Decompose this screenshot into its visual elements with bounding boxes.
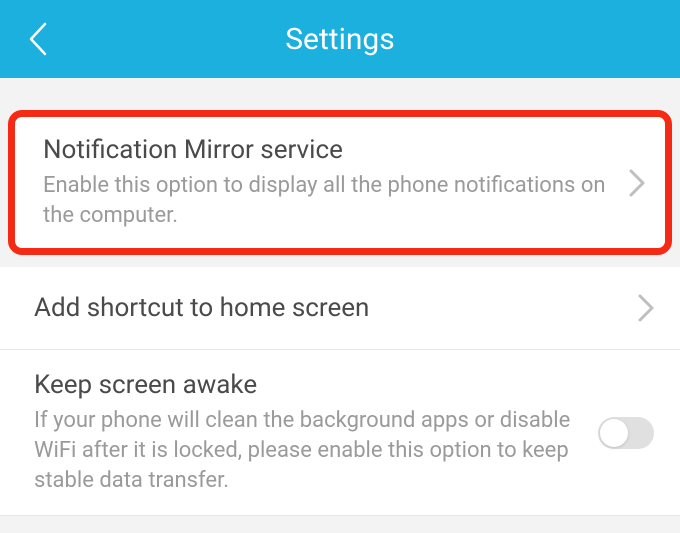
toggle-knob — [600, 419, 628, 447]
setting-add-shortcut[interactable]: Add shortcut to home screen — [0, 267, 680, 350]
setting-title: Add shortcut to home screen — [34, 293, 618, 323]
setting-notification-mirror[interactable]: Notification Mirror service Enable this … — [8, 110, 672, 255]
back-icon — [29, 22, 47, 56]
toggle-keep-screen-awake[interactable] — [598, 417, 654, 449]
setting-subtitle: Enable this option to display all the ph… — [43, 171, 609, 230]
setting-text: Notification Mirror service Enable this … — [43, 135, 629, 230]
page-title: Settings — [285, 22, 395, 57]
settings-list: Notification Mirror service Enable this … — [0, 78, 680, 516]
setting-text: Keep screen awake If your phone will cle… — [34, 370, 598, 495]
header: Settings — [0, 0, 680, 78]
back-button[interactable] — [18, 19, 58, 59]
setting-title: Notification Mirror service — [43, 135, 609, 165]
chevron-right-icon — [629, 169, 645, 197]
chevron-right-icon — [638, 294, 654, 322]
setting-subtitle: If your phone will clean the background … — [34, 406, 578, 495]
setting-title: Keep screen awake — [34, 370, 578, 400]
setting-text: Add shortcut to home screen — [34, 293, 638, 323]
setting-keep-screen-awake[interactable]: Keep screen awake If your phone will cle… — [0, 350, 680, 516]
